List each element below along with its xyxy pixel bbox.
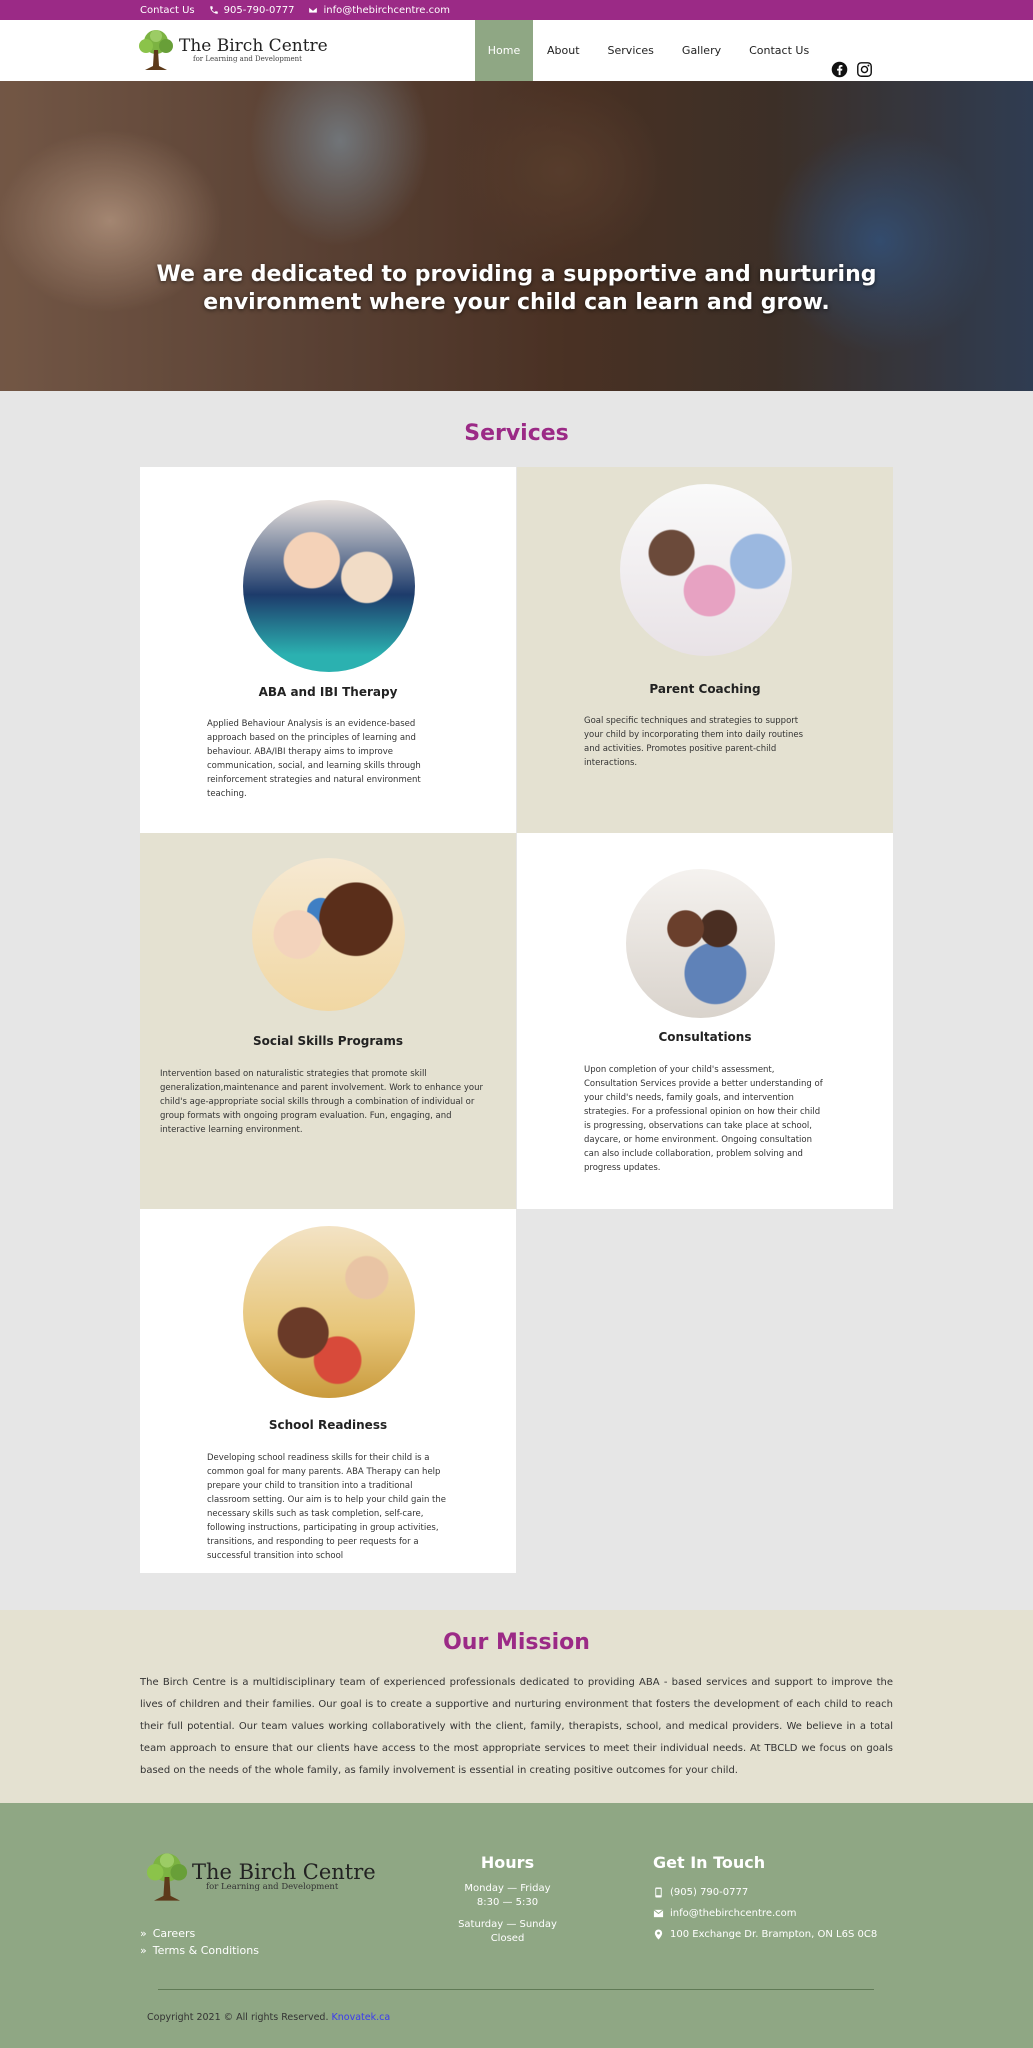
birch-tree-logo-icon (139, 30, 173, 70)
hero-headline-line-2: environment where your child can learn a… (203, 290, 830, 315)
footer-link-careers-label[interactable]: Careers (153, 1925, 196, 1942)
social-links (831, 61, 873, 78)
services-section: Services ABA and IBI Therapy Applied Beh… (0, 391, 1033, 1611)
hours-weekday-time: 8:30 — 5:30 (476, 1897, 539, 1908)
footer-email-text[interactable]: info@thebirchcentre.com (670, 1903, 797, 1924)
mission-section: Our Mission The Birch Centre is a multid… (0, 1610, 1033, 1803)
site-header: The Birch Centre for Learning and Develo… (0, 20, 1033, 81)
service-card-aba: ABA and IBI Therapy Applied Behaviour An… (140, 467, 516, 833)
envelope-icon (308, 6, 318, 14)
service-title-consultations: Consultations (658, 1030, 752, 1044)
service-title-social-skills: Social Skills Programs (253, 1034, 403, 1048)
envelope-icon (653, 1909, 664, 1918)
service-card-social-skills: Social Skills Programs Intervention base… (140, 833, 516, 1209)
site-logo[interactable]: The Birch Centre for Learning and Develo… (135, 28, 328, 72)
double-chevron-right-icon: » (140, 1927, 147, 1940)
phone-icon (209, 6, 218, 14)
footer-divider (158, 1989, 874, 1990)
service-card-parent-coaching: Parent Coaching Goal specific techniques… (517, 467, 893, 833)
nav-contact-us[interactable]: Contact Us (735, 20, 823, 81)
service-text-social-skills: Intervention based on naturalistic strat… (160, 1069, 483, 1135)
footer-logo-name: The Birch Centre (192, 1860, 376, 1884)
birch-tree-logo-icon (146, 1853, 188, 1901)
main-nav: Home About Services Gallery Contact Us (475, 20, 823, 81)
footer-copyright: Copyright 2021 © All rights Reserved. Kn… (147, 2012, 390, 2023)
service-text-consultations: Upon completion of your child's assessme… (584, 1065, 823, 1173)
facebook-icon[interactable] (831, 61, 848, 78)
service-card-school-readiness: School Readiness Developing school readi… (140, 1209, 516, 1573)
service-text-school-readiness: Developing school readiness skills for t… (207, 1453, 446, 1561)
services-title: Services (464, 421, 569, 446)
mission-title: Our Mission (443, 1630, 590, 1655)
service-title-parent-coaching: Parent Coaching (649, 682, 761, 696)
hero-banner: We are dedicated to providing a supporti… (0, 81, 1033, 391)
footer-logo[interactable]: The Birch Centre for Learning and Develo… (142, 1851, 376, 1903)
mobile-phone-icon (655, 1887, 662, 1898)
topbar-contact-label[interactable]: Contact Us (140, 5, 195, 16)
footer-phone-text[interactable]: (905) 790-0777 (670, 1882, 748, 1903)
footer-hours: Hours Monday — Friday 8:30 — 5:30 Saturd… (440, 1853, 575, 1946)
hours-title: Hours (480, 1853, 535, 1872)
nav-gallery[interactable]: Gallery (668, 20, 735, 81)
hero-headline: We are dedicated to providing a supporti… (0, 261, 1033, 317)
footer-get-in-touch: Get In Touch (905) 790-0777 info@thebirc… (653, 1853, 877, 1945)
topbar-phone[interactable]: 905-790-0777 (209, 5, 295, 16)
service-card-consultations: Consultations Upon completion of your ch… (517, 833, 893, 1209)
consultations-photo (626, 869, 775, 1018)
topbar-phone-text[interactable]: 905-790-0777 (224, 5, 295, 16)
school-readiness-photo (243, 1226, 415, 1398)
logo-name: The Birch Centre (179, 35, 328, 56)
footer-link-terms[interactable]: » Terms & Conditions (140, 1942, 259, 1959)
hours-weekend-status: Closed (490, 1933, 525, 1944)
footer-phone[interactable]: (905) 790-0777 (653, 1882, 877, 1903)
nav-services[interactable]: Services (594, 20, 668, 81)
topbar-contact-link[interactable]: Contact Us (140, 5, 195, 16)
double-chevron-right-icon: » (140, 1944, 147, 1957)
aba-therapy-photo (243, 500, 415, 672)
footer-link-careers[interactable]: » Careers (140, 1925, 259, 1942)
footer-link-terms-label[interactable]: Terms & Conditions (153, 1942, 259, 1959)
nav-about[interactable]: About (533, 20, 594, 81)
hours-weekday-days: Monday — Friday (464, 1883, 551, 1894)
map-pin-icon (654, 1929, 663, 1940)
footer-address-text: 100 Exchange Dr. Brampton, ON L6S 0C8 (670, 1929, 878, 1940)
social-skills-photo (252, 858, 405, 1011)
credit-link[interactable]: Knovatek.ca (332, 2012, 391, 2023)
service-title-school-readiness: School Readiness (268, 1418, 388, 1432)
footer-address: 100 Exchange Dr. Brampton, ON L6S 0C8 (653, 1924, 877, 1945)
service-title-aba: ABA and IBI Therapy (258, 685, 398, 699)
logo-tagline: for Learning and Development (193, 54, 302, 63)
mission-text: The Birch Centre is a multidisciplinary … (140, 1677, 893, 1776)
service-text-parent-coaching: Goal specific techniques and strategies … (584, 716, 804, 768)
hero-headline-line-1: We are dedicated to providing a supporti… (156, 262, 877, 287)
hours-weekend-days: Saturday — Sunday (458, 1919, 557, 1930)
site-footer: The Birch Centre for Learning and Develo… (0, 1803, 1033, 2048)
topbar-email[interactable]: info@thebirchcentre.com (308, 5, 450, 16)
parent-coaching-photo (620, 484, 792, 656)
instagram-icon[interactable] (856, 61, 873, 78)
footer-email[interactable]: info@thebirchcentre.com (653, 1903, 877, 1924)
topbar-email-text[interactable]: info@thebirchcentre.com (323, 5, 450, 16)
top-contact-bar: Contact Us 905-790-0777 info@thebirchcen… (0, 0, 1033, 20)
service-text-aba: Applied Behaviour Analysis is an evidenc… (207, 719, 421, 799)
footer-links: » Careers » Terms & Conditions (140, 1925, 259, 1959)
copyright-text: Copyright 2021 © All rights Reserved. (147, 2012, 329, 2023)
get-in-touch-title: Get In Touch (653, 1853, 766, 1872)
nav-home[interactable]: Home (475, 20, 533, 81)
